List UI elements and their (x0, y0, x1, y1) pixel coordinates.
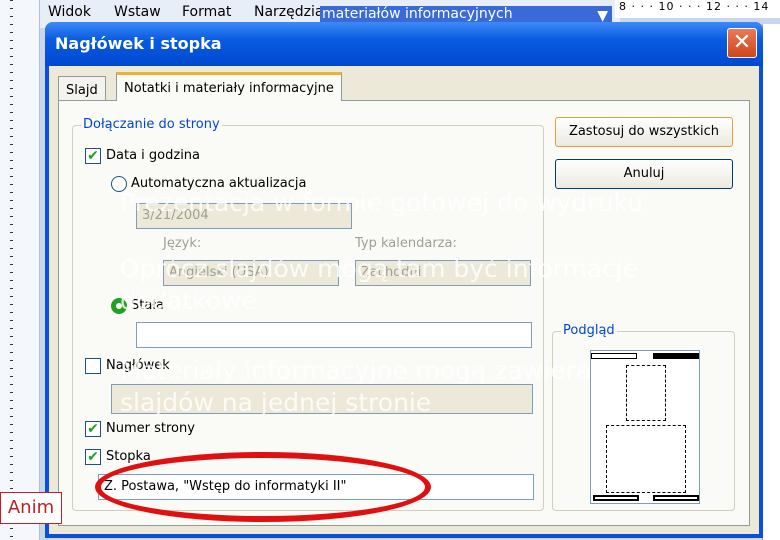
slide-text-line: dodatkowe (120, 286, 257, 315)
page-preview (590, 350, 700, 504)
menu-format[interactable]: Format (182, 4, 231, 20)
tab-notatki[interactable]: Notatki i materiały informacyjne (116, 72, 342, 101)
title-bar: Nagłówek i stopka ✕ (45, 22, 763, 66)
slide-edge (762, 24, 780, 540)
language-label: Język: (163, 236, 202, 251)
highlight-ellipse (95, 452, 431, 522)
date-time-checkbox[interactable]: ✔ (85, 148, 101, 164)
menu-narzedzia[interactable]: Narzędzia (254, 4, 323, 20)
tab-slajd[interactable]: Slajd (58, 76, 106, 100)
close-icon[interactable]: ✕ (727, 28, 757, 58)
vertical-ruler (0, 0, 40, 540)
cancel-button[interactable]: Anuluj (555, 159, 733, 189)
slide-text-line: Oprócz slajdów mogą tam być informacje (120, 254, 639, 283)
apply-all-button[interactable]: Zastosuj do wszystkich (555, 117, 733, 147)
preview-label: Podgląd (561, 323, 617, 338)
menu-wstaw[interactable]: Wstaw (114, 4, 161, 20)
page-number-checkbox[interactable]: ✔ (85, 421, 101, 437)
page-number-label: Numer strony (106, 421, 195, 436)
horizontal-ruler: 8 · · · 10 · · · 12 · · · 14 (615, 0, 780, 18)
date-time-label: Data i godzina (106, 148, 201, 163)
dialog-title: Nagłówek i stopka (55, 34, 222, 53)
menu-widok[interactable]: Widok (48, 4, 91, 20)
fixed-date-input[interactable] (136, 322, 532, 348)
footer-checkbox[interactable]: ✔ (85, 449, 101, 465)
anim-label: Anim (0, 492, 62, 524)
header-checkbox[interactable] (85, 358, 101, 374)
slide-text-line: slajdów na jednej stronie (120, 388, 432, 417)
slide-text-line: Prezentacja w formie gotowej do wydruku (120, 188, 644, 217)
group-label: Dołączanie do strony (81, 117, 222, 132)
slide-text-line: Materiały informacyjne mogą zawierać (120, 356, 605, 385)
calendar-label: Typ kalendarza: (355, 236, 457, 251)
